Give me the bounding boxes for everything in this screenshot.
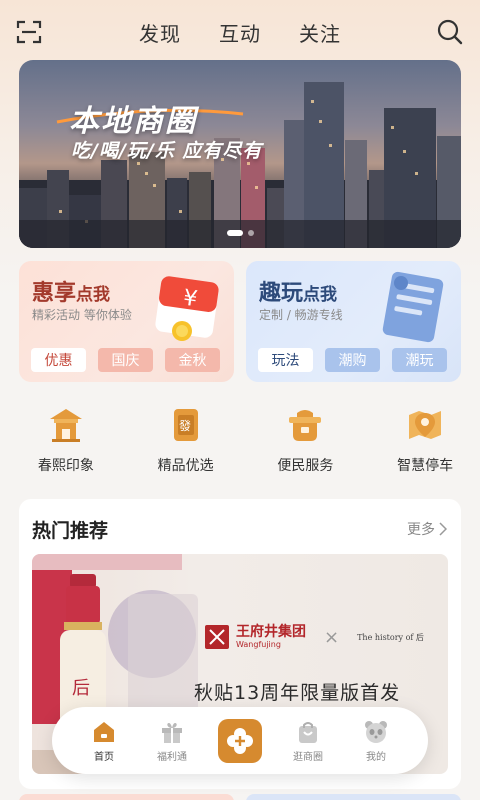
more-label: 更多: [407, 522, 435, 538]
nav-welfare[interactable]: 福利通: [146, 719, 198, 763]
next-card-peek: [246, 794, 461, 800]
home-icon: [94, 721, 114, 742]
wangfujing-logo-icon: [205, 625, 229, 649]
nav-label: 我的: [366, 751, 386, 763]
chip-trend-shop[interactable]: 潮购: [325, 348, 380, 372]
promo-card-benefits[interactable]: 惠享点我 精彩活动 等你体验 ¥ 优惠 国庆 金秋: [19, 261, 234, 382]
promo-chip-row: 优惠 国庆 金秋: [31, 348, 220, 372]
service-pot-icon: [289, 410, 322, 441]
chip-trend-play[interactable]: 潮玩: [392, 348, 447, 372]
promo-title-main: 惠享: [32, 280, 77, 306]
fortune-bag-icon: 發: [173, 409, 198, 441]
next-card-peek: [19, 794, 234, 800]
promo-chip-row: 玩法 潮购 潮玩: [258, 348, 447, 372]
more-link[interactable]: 更多: [407, 519, 447, 539]
nav-home[interactable]: 首页: [78, 719, 130, 763]
banner-carousel[interactable]: 本地商圈 吃/喝/玩/乐 应有尽有: [19, 60, 461, 248]
carousel-dot: [247, 230, 254, 236]
service-label: 智慧停车: [397, 458, 454, 474]
top-tabs: 发现 互动 关注: [139, 18, 341, 47]
shopping-bag-icon: [299, 721, 317, 743]
parking-location-icon: [409, 411, 442, 439]
carousel-dot-active: [226, 230, 243, 236]
nav-mine[interactable]: 我的: [350, 719, 402, 763]
svg-text:發: 發: [179, 418, 191, 433]
promo-title-main: 趣玩: [259, 280, 304, 306]
tab-interact[interactable]: 互动: [219, 18, 261, 47]
scan-icon[interactable]: [16, 19, 42, 45]
svg-text:后: 后: [72, 678, 90, 699]
promo-title-tap: 点我: [76, 285, 111, 305]
service-chunxi-impression[interactable]: 春熙印象: [11, 405, 121, 475]
service-label: 便民服务: [277, 458, 334, 474]
nav-label: 福利通: [157, 751, 187, 763]
nav-label: 逛商圈: [293, 751, 323, 763]
promo-title-tap: 点我: [303, 285, 338, 305]
panda-icon: [365, 720, 387, 743]
chevron-right-icon: [439, 522, 447, 536]
collab-mark: ×: [324, 626, 340, 648]
service-convenience[interactable]: 便民服务: [251, 405, 361, 475]
promo-subtitle: 定制 / 畅游专线: [259, 308, 343, 322]
service-label: 精品优选: [157, 458, 214, 474]
search-icon[interactable]: [436, 18, 464, 46]
promo-title: 惠享点我: [32, 275, 110, 307]
brand-name: 王府井集团: [236, 624, 306, 640]
service-smart-parking[interactable]: 智慧停车: [370, 405, 480, 475]
quick-services: 春熙印象 發 精品优选 便民服务 智慧停车: [0, 405, 480, 475]
promo-title: 趣玩点我: [259, 275, 337, 307]
chip-discount[interactable]: 优惠: [31, 348, 86, 372]
map-guide-icon: [382, 271, 444, 343]
pavilion-icon: [49, 409, 82, 442]
banner-subtitle: 吃/喝/玩/乐 应有尽有: [71, 140, 263, 162]
tab-discover[interactable]: 发现: [139, 18, 181, 47]
promo-card-fun[interactable]: 趣玩点我 定制 / 畅游专线 玩法 潮购 潮玩: [246, 261, 461, 382]
publish-button[interactable]: [218, 718, 262, 763]
brand-row: 王府井集团 Wangfujing × The history of 后: [204, 624, 424, 650]
brand-name-en: Wangfujing: [236, 640, 281, 649]
chip-play[interactable]: 玩法: [258, 348, 313, 372]
section-title: 热门推荐: [32, 520, 109, 542]
promo-subtitle: 精彩活动 等你体验: [32, 308, 132, 322]
chip-national-day[interactable]: 国庆: [98, 348, 153, 372]
partner-brand: The history of 后: [357, 632, 424, 642]
nav-label: 首页: [94, 751, 114, 763]
red-envelope-icon: ¥: [155, 276, 219, 341]
nav-shopping-district[interactable]: 逛商圈: [282, 719, 334, 763]
tab-follow[interactable]: 关注: [299, 18, 341, 47]
carousel-indicator: [19, 230, 461, 236]
top-header: 发现 互动 关注: [0, 0, 480, 62]
service-premium-selection[interactable]: 發 精品优选: [131, 405, 241, 475]
bottom-navigation: 首页 福利通 逛商圈 我的: [52, 707, 428, 774]
nav-publish[interactable]: [214, 718, 266, 763]
service-label: 春熙印象: [37, 458, 94, 474]
plus-flower-icon: [227, 727, 253, 754]
recommend-caption: 秋贴13周年限量版首发: [194, 682, 401, 704]
banner-title: 本地商圈: [69, 104, 197, 139]
gift-icon: [162, 722, 182, 743]
chip-golden-autumn[interactable]: 金秋: [165, 348, 220, 372]
